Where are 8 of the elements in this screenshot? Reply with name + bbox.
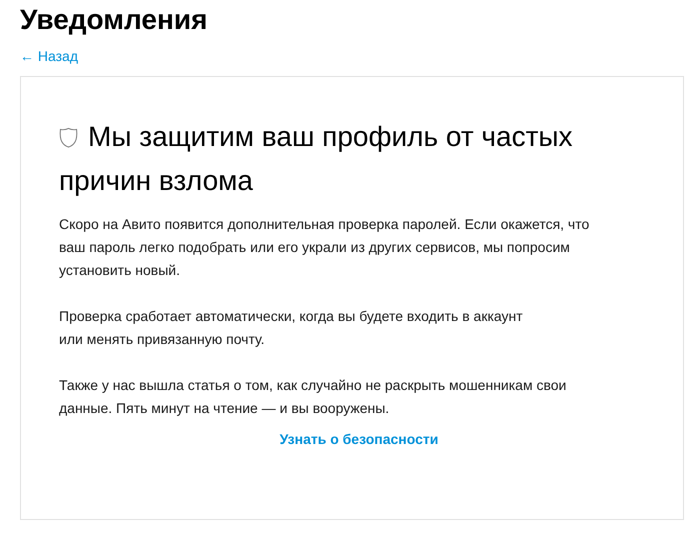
shield-icon	[59, 127, 78, 148]
paragraph: Также у нас вышла статья о том, как случайно не раскрыть мошенникам свои данные. Пять минут на чтение — и вы вооружены.	[59, 376, 568, 418]
security-link[interactable]: Узнать о безопасности	[280, 431, 438, 447]
paragraph: Проверка сработает автоматически, когда вы будете входить в аккаунт или менять привязанную почту.	[59, 307, 524, 349]
back-link[interactable]: ← Назад	[20, 48, 78, 64]
card-title: Мы защитим ваш профиль от частых причин взлома	[59, 120, 574, 198]
paragraph: Скоро на Авито появится дополнительная проверка паролей. Если окажется, что ваш пароль легко подобрать или его украли из других сервисов, мы попросим установить новый.	[59, 215, 590, 280]
page-title: Уведомления	[20, 3, 208, 37]
